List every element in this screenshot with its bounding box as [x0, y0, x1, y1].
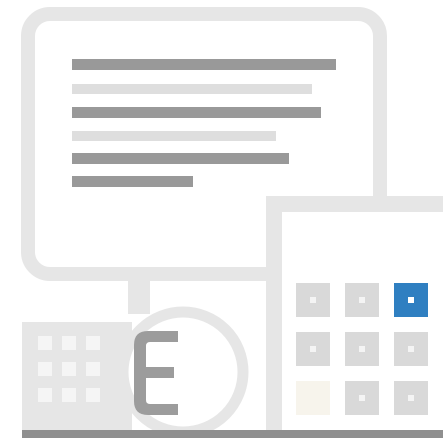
calculator-icon — [266, 196, 443, 438]
monitor-stand — [128, 274, 150, 314]
baseline — [22, 430, 443, 438]
table-cell — [38, 362, 52, 376]
table-cell — [86, 336, 100, 350]
calculator-key — [296, 381, 330, 415]
table-cell — [86, 362, 100, 376]
table-cell — [62, 388, 76, 402]
text-line-1 — [72, 59, 336, 70]
text-line-3 — [72, 107, 321, 118]
table-grid-icon — [22, 322, 132, 434]
table-cell — [38, 388, 52, 402]
text-line-5 — [72, 153, 289, 164]
euro-coin-icon — [117, 306, 249, 438]
text-line-4 — [72, 131, 276, 141]
document-lines-icon — [72, 59, 336, 187]
table-cell — [62, 336, 76, 350]
text-line-6 — [72, 176, 193, 187]
table-cell — [62, 362, 76, 376]
keypad-icon — [296, 283, 428, 415]
text-line-2 — [72, 84, 312, 94]
finance-illustration — [21, 7, 443, 438]
table-cell — [86, 388, 100, 402]
table-cell — [38, 336, 52, 350]
calculator-display — [282, 212, 443, 238]
